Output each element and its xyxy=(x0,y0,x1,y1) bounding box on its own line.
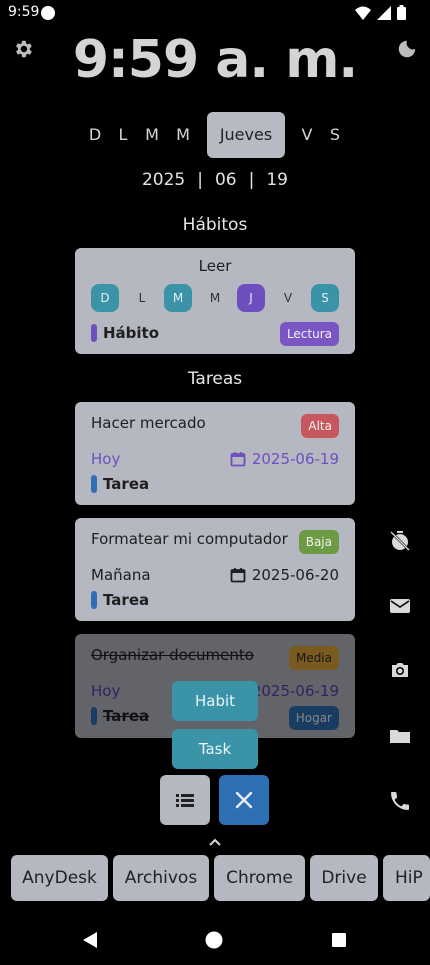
habits-heading: Hábitos xyxy=(182,215,248,235)
day-item[interactable]: L xyxy=(113,112,133,158)
task-date-text: 2025-06-20 xyxy=(251,566,339,584)
close-icon xyxy=(235,791,253,809)
habit-days: D L M M J V S xyxy=(91,284,339,312)
task-when: Mañana xyxy=(91,566,151,584)
list-view-button[interactable] xyxy=(160,775,210,825)
habit-title: Leer xyxy=(198,257,232,275)
habit-day[interactable]: V xyxy=(274,284,302,312)
tasks-heading: Tareas xyxy=(187,369,243,389)
status-time: 9:59 xyxy=(8,4,40,20)
date-display: 2025 | 06 | 19 xyxy=(0,170,430,190)
type-indicator xyxy=(91,324,97,342)
task-card[interactable]: Formatear mi computador Baja Mañana 2025… xyxy=(75,518,355,621)
system-nav-bar xyxy=(0,925,430,955)
status-icons xyxy=(355,5,406,20)
priority-badge: Baja xyxy=(298,530,339,554)
task-date: 2025-06-19 xyxy=(230,450,339,468)
task-date-text: 2025-06-19 xyxy=(251,682,339,700)
notification-dot-icon xyxy=(41,6,55,20)
priority-badge: Media xyxy=(288,646,339,670)
list-icon xyxy=(176,794,194,807)
task-date: 2025-06-20 xyxy=(230,566,339,584)
recents-icon[interactable] xyxy=(331,932,347,948)
priority-badge: Alta xyxy=(301,414,339,438)
dock-app-chrome[interactable]: Chrome xyxy=(214,855,305,901)
dock-app-hip[interactable]: HiP xyxy=(383,855,430,901)
task-date: 2025-06-19 xyxy=(252,682,339,700)
habit-card[interactable]: Leer D L M M J V S Hábito Lectura xyxy=(75,248,355,354)
home-icon[interactable] xyxy=(205,931,223,949)
date-day: 19 xyxy=(266,170,288,190)
tag-chip: Lectura xyxy=(279,322,339,346)
battery-icon xyxy=(397,5,406,20)
habit-day[interactable]: S xyxy=(311,284,339,312)
dock-app-drive[interactable]: Drive xyxy=(310,855,378,901)
habit-day[interactable]: D xyxy=(91,284,119,312)
close-menu-button[interactable] xyxy=(219,775,269,825)
task-type: Tarea xyxy=(103,707,150,725)
habit-day[interactable]: L xyxy=(128,284,156,312)
dock-app-anydesk[interactable]: AnyDesk xyxy=(11,855,108,901)
task-title: Hacer mercado xyxy=(91,414,206,432)
mail-icon[interactable] xyxy=(388,594,412,618)
date-year: 2025 xyxy=(141,170,186,190)
clock: 9:59 a. m. xyxy=(72,30,358,90)
task-when: Hoy xyxy=(91,682,121,700)
camera-icon[interactable] xyxy=(388,658,412,682)
calendar-icon xyxy=(230,568,246,583)
wifi-icon xyxy=(355,6,371,20)
task-title: Organizar documento xyxy=(91,646,254,664)
date-month: 06 xyxy=(214,170,237,190)
day-item[interactable]: M xyxy=(141,112,163,158)
day-item[interactable]: M xyxy=(172,112,194,158)
calendar-icon xyxy=(230,452,246,467)
tag-chip: Hogar xyxy=(288,706,339,730)
type-indicator xyxy=(91,707,97,725)
habit-day[interactable]: M xyxy=(201,284,229,312)
day-item[interactable]: S xyxy=(325,112,345,158)
chevron-up-icon[interactable] xyxy=(207,836,223,848)
task-type: Tarea xyxy=(103,475,150,493)
habit-day[interactable]: M xyxy=(164,284,192,312)
habit-day[interactable]: J xyxy=(237,284,265,312)
app-dock: AnyDesk Archivos Chrome Drive HiP xyxy=(0,855,430,901)
task-type: Tarea xyxy=(103,591,150,609)
type-indicator xyxy=(91,591,97,609)
back-icon[interactable] xyxy=(81,931,99,949)
timer-off-icon[interactable] xyxy=(388,529,412,553)
day-item-selected[interactable]: Jueves xyxy=(207,112,285,158)
signal-icon xyxy=(377,5,391,20)
day-selector: D L M M Jueves V S xyxy=(0,112,430,158)
day-item[interactable]: V xyxy=(297,112,317,158)
phone-icon[interactable] xyxy=(388,789,412,813)
task-when: Hoy xyxy=(91,450,121,468)
date-separator: | xyxy=(197,170,203,190)
folder-icon[interactable] xyxy=(388,724,412,748)
add-task-button[interactable]: Task xyxy=(172,729,258,769)
task-title: Formatear mi computador xyxy=(91,530,288,548)
dock-app-archivos[interactable]: Archivos xyxy=(113,855,209,901)
add-habit-button[interactable]: Habit xyxy=(172,681,258,721)
day-item[interactable]: D xyxy=(85,112,105,158)
date-separator: | xyxy=(248,170,255,190)
task-date-text: 2025-06-19 xyxy=(251,450,339,468)
type-indicator xyxy=(91,475,97,493)
habit-type: Hábito xyxy=(103,324,160,342)
task-card[interactable]: Hacer mercado Alta Hoy 2025-06-19 Tarea xyxy=(75,402,355,505)
